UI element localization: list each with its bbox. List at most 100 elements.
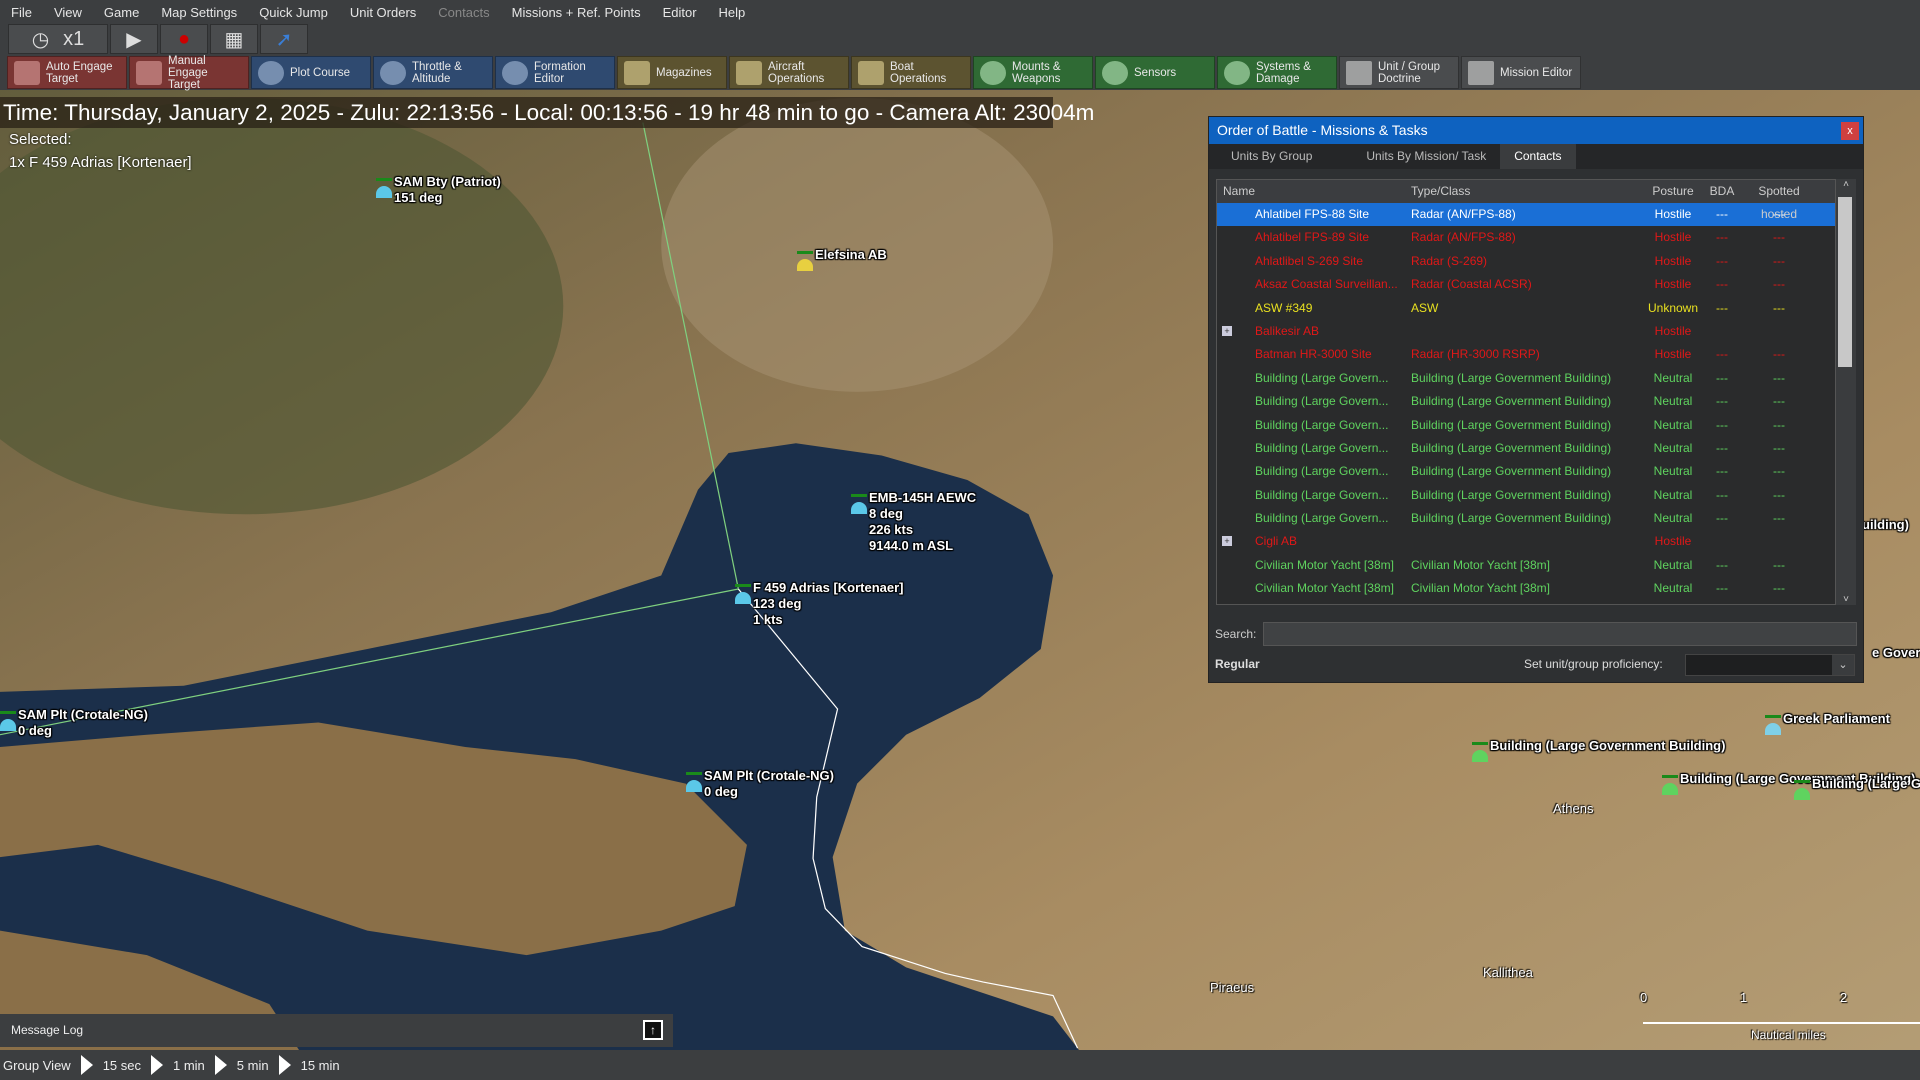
col-spotted[interactable]: Spotted hosted [1739, 180, 1819, 221]
table-row[interactable]: Ahlatibel FPS-88 Site Radar (AN/FPS-88) Ho… [1217, 203, 1835, 227]
unit-symbol-icon[interactable] [0, 711, 16, 731]
toolbar-button-plot-course[interactable]: Plot Course [251, 56, 371, 89]
toolbar-button-magazines[interactable]: Magazines [617, 56, 727, 89]
map-unit-label[interactable]: Elefsina AB [815, 247, 887, 263]
toolbar-label: Formation Editor [534, 60, 586, 85]
message-log[interactable]: Message Log ↑ [0, 1014, 673, 1047]
unit-symbol-icon[interactable] [1765, 715, 1781, 735]
unit-symbol-icon[interactable] [851, 494, 867, 514]
col-posture[interactable]: Posture [1641, 180, 1705, 203]
unit-symbol-icon[interactable] [1662, 775, 1678, 795]
table-row[interactable]: + Cigli AB Hostile [1217, 530, 1835, 553]
toolbar-button-aircraft-operations[interactable]: Aircraft Operations [729, 56, 849, 89]
map-unit-label[interactable]: uilding) [1862, 517, 1909, 533]
play-arrow-icon[interactable] [80, 1055, 93, 1075]
unit-symbol-icon[interactable] [797, 251, 813, 271]
step-1min[interactable]: 1 min [173, 1058, 205, 1073]
toolbar-button-mission-editor[interactable]: Mission Editor [1461, 56, 1581, 89]
toolbar-button-unit-group-doctrine[interactable]: Unit / Group Doctrine [1339, 56, 1459, 89]
tab-units-by-mission[interactable]: Units By Mission/ Task [1326, 144, 1500, 169]
table-row[interactable]: Building (Large Govern... Building (Large… [1217, 390, 1835, 413]
table-row[interactable]: Civilian Motor Yacht [38m] Civilian Motor… [1217, 577, 1835, 600]
table-row[interactable]: Building (Large Govern... Building (Large… [1217, 507, 1835, 530]
step-15sec[interactable]: 15 sec [103, 1058, 141, 1073]
expand-icon[interactable]: + [1222, 536, 1232, 547]
menu-file[interactable]: File [0, 5, 43, 20]
table-row[interactable]: ASW #349 ASW Unknown --- --- [1217, 297, 1835, 320]
toolbar-button-sensors[interactable]: Sensors [1095, 56, 1215, 89]
menu-game[interactable]: Game [93, 5, 150, 20]
scroll-thumb[interactable] [1838, 197, 1852, 367]
scroll-up-icon[interactable]: ˄ [1836, 179, 1856, 190]
table-row[interactable]: + Balikesir AB Hostile [1217, 320, 1835, 343]
map-unit-label[interactable]: Greek Parliament [1783, 711, 1890, 727]
table-row[interactable]: Civilian Motor Yacht [38m] Civilian Motor… [1217, 554, 1835, 577]
toolbar-button-formation-editor[interactable]: Formation Editor [495, 56, 615, 89]
proficiency-select[interactable]: ⌄ [1685, 654, 1855, 676]
arrow-icon: ➚ [275, 28, 293, 51]
close-button[interactable]: x [1841, 122, 1859, 140]
table-scrollbar[interactable]: ˄ ˅ [1836, 179, 1856, 605]
col-name[interactable]: Name [1217, 180, 1405, 203]
time-compression-button[interactable]: ◷ x1 [8, 24, 108, 54]
map-unit-label[interactable]: e Governr [1872, 645, 1920, 661]
step-15min[interactable]: 15 min [301, 1058, 340, 1073]
menu-help[interactable]: Help [708, 5, 757, 20]
col-bda[interactable]: BDA [1705, 180, 1739, 203]
jump-button[interactable]: ➚ [260, 24, 308, 54]
menu-map-settings[interactable]: Map Settings [150, 5, 248, 20]
step-5min[interactable]: 5 min [237, 1058, 269, 1073]
table-header: Name Type/Class Posture BDA Spotted host… [1217, 180, 1835, 221]
layers-button[interactable]: ▦ [210, 24, 258, 54]
toolbar-button-systems-damage[interactable]: Systems & Damage [1217, 56, 1337, 89]
table-row[interactable]: Batman HR-3000 Site Radar (HR-3000 RSRP) H… [1217, 343, 1835, 366]
map-unit-label[interactable]: EMB-145H AEWC 8 deg 226 kts 9144.0 m ASL [869, 490, 976, 554]
unit-symbol-icon[interactable] [686, 772, 702, 792]
search-input[interactable] [1263, 622, 1857, 646]
scroll-down-icon[interactable]: ˅ [1836, 594, 1856, 605]
cell-spotted: --- [1773, 370, 1785, 385]
menu-view[interactable]: View [43, 5, 93, 20]
col-type[interactable]: Type/Class [1405, 180, 1641, 203]
map-unit-label[interactable]: F 459 Adrias [Kortenaer] 123 deg 1 kts [753, 580, 904, 628]
expand-icon[interactable]: + [1222, 325, 1232, 336]
play-arrow-icon[interactable] [151, 1055, 163, 1075]
menu-unit-orders[interactable]: Unit Orders [339, 5, 427, 20]
tab-units-by-group[interactable]: Units By Group [1217, 144, 1326, 169]
toolbar-button-manual-engage-target[interactable]: Manual Engage Target [129, 55, 249, 91]
table-row[interactable]: Building (Large Govern... Building (Large… [1217, 367, 1835, 390]
menu-quick-jump[interactable]: Quick Jump [248, 5, 339, 20]
map-unit-label[interactable]: Building (Large Go [1812, 776, 1920, 792]
unit-symbol-icon[interactable] [1794, 780, 1810, 800]
cell-bda: --- [1716, 440, 1728, 455]
table-row[interactable]: Building (Large Govern... Building (Large… [1217, 484, 1835, 507]
table-row[interactable]: Ahlatlibel S-269 Site Radar (S-269) Hostil… [1217, 250, 1835, 273]
unit-symbol-icon[interactable] [1472, 742, 1488, 762]
command-toolbar: Auto Engage Target Manual Engage Target Pl… [0, 55, 1920, 91]
map-unit-label[interactable]: SAM Plt (Crotale-NG) 0 deg [704, 768, 834, 800]
play-arrow-icon[interactable] [278, 1055, 291, 1075]
toolbar-button-boat-operations[interactable]: Boat Operations [851, 56, 971, 89]
map-unit-label[interactable]: SAM Bty (Patriot) 151 deg [394, 174, 501, 206]
toolbar-button-auto-engage-target[interactable]: Auto Engage Target [7, 56, 127, 89]
expand-up-icon[interactable]: ↑ [643, 1020, 663, 1040]
dialog-title-bar[interactable]: Order of Battle - Missions & Tasks x [1209, 117, 1863, 144]
table-row[interactable]: Ahlatibel FPS-89 Site Radar (AN/FPS-88) Ho… [1217, 226, 1835, 249]
record-button[interactable]: ● [160, 24, 208, 54]
table-row[interactable]: Building (Large Govern... Building (Large… [1217, 437, 1835, 460]
table-row[interactable]: Aksaz Coastal Surveillan... Radar (Coasta… [1217, 273, 1835, 296]
unit-symbol-icon[interactable] [376, 178, 392, 198]
menu-editor[interactable]: Editor [652, 5, 708, 20]
toolbar-button-throttle-altitude[interactable]: Throttle & Altitude [373, 56, 493, 89]
map-unit-label[interactable]: SAM Plt (Crotale-NG) 0 deg [18, 707, 148, 739]
table-row[interactable]: Building (Large Govern... Building (Large… [1217, 460, 1835, 483]
menu-missions[interactable]: Missions + Ref. Points [501, 5, 652, 20]
unit-label-line: 8 deg [869, 506, 903, 521]
tab-contacts[interactable]: Contacts [1500, 144, 1576, 169]
play-arrow-icon[interactable] [214, 1055, 227, 1075]
play-button[interactable]: ▶ [110, 24, 158, 54]
unit-symbol-icon[interactable] [735, 584, 751, 604]
map-unit-label[interactable]: Building (Large Government Building) [1490, 738, 1725, 754]
toolbar-button-mounts-weapons[interactable]: Mounts & Weapons [973, 56, 1093, 89]
table-row[interactable]: Building (Large Govern... Building (Large… [1217, 414, 1835, 437]
